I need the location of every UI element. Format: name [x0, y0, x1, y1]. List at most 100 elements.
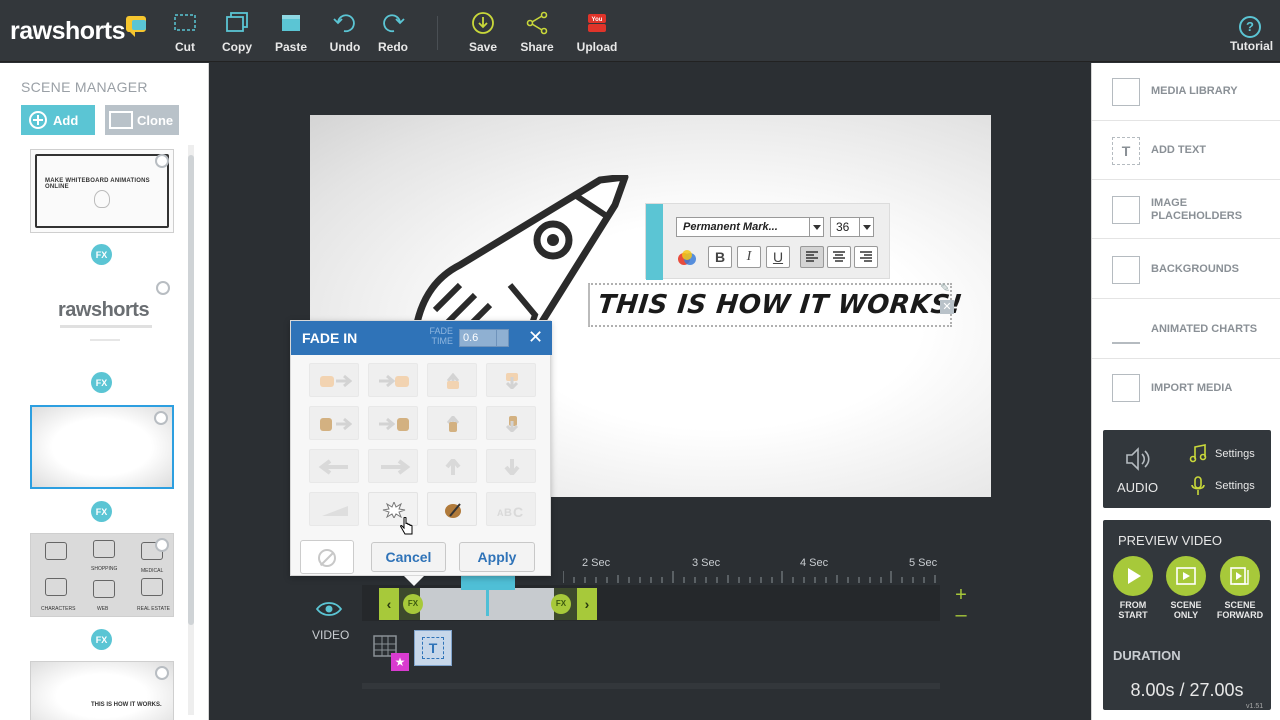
timeline-scrollbar[interactable]: [362, 683, 940, 689]
timeline-ruler: [563, 571, 936, 583]
effect-slide-down[interactable]: [486, 449, 536, 483]
color-picker-icon[interactable]: [676, 249, 698, 267]
import-media-item[interactable]: IMPORT MEDIA: [1092, 359, 1280, 417]
preview-scene-only-button[interactable]: [1166, 556, 1206, 596]
backgrounds-item[interactable]: BACKGROUNDS: [1092, 241, 1280, 299]
bold-button[interactable]: B: [708, 246, 732, 268]
gear-icon[interactable]: [155, 538, 169, 552]
no-effect-button[interactable]: [300, 540, 354, 574]
add-text-item[interactable]: T ADD TEXT: [1092, 122, 1280, 180]
fade-time-stepper[interactable]: 0.6: [459, 329, 509, 347]
effect-hand-slide-left[interactable]: [309, 363, 359, 397]
effect-draw[interactable]: [427, 492, 477, 526]
effect-slide-left[interactable]: [309, 449, 359, 483]
scene-thumbnail-5[interactable]: THIS IS HOW IT WORKS.: [30, 661, 174, 720]
preview-from-start-button[interactable]: [1113, 556, 1153, 596]
effect-hand-slide-right[interactable]: [368, 363, 418, 397]
stepper-arrows-icon[interactable]: [496, 330, 508, 346]
pencil-icon[interactable]: ✎: [940, 281, 954, 295]
url-placeholder: [90, 339, 120, 341]
gear-icon[interactable]: [155, 666, 169, 680]
paste-button[interactable]: Paste: [263, 10, 319, 56]
microphone-icon[interactable]: [1189, 476, 1207, 496]
underline-button[interactable]: U: [766, 246, 790, 268]
font-size-select[interactable]: 36: [830, 217, 874, 237]
scrollbar-thumb[interactable]: [188, 155, 194, 625]
save-button[interactable]: Save: [455, 10, 511, 56]
scene-thumbnail-3-selected[interactable]: [30, 405, 174, 489]
zoom-out-icon[interactable]: –: [953, 605, 969, 625]
zoom-in-icon[interactable]: +: [953, 585, 969, 605]
save-icon: [472, 12, 494, 34]
tutorial-help-icon[interactable]: ?: [1239, 16, 1261, 38]
preview-scene-forward-button[interactable]: [1220, 556, 1260, 596]
scene-fx-button[interactable]: FX: [91, 244, 112, 265]
canvas-text-box[interactable]: THIS IS HOW IT WORKS!: [588, 283, 964, 327]
toolbar-drag-handle[interactable]: [646, 204, 663, 280]
effect-hand-slide-down[interactable]: [486, 363, 536, 397]
effect-draw-slide-right[interactable]: [368, 406, 418, 440]
redo-button[interactable]: Redo: [365, 10, 421, 56]
backgrounds-icon: [1112, 255, 1140, 284]
effect-draw-slide-up[interactable]: [427, 406, 477, 440]
clip-fx-in-button[interactable]: FX: [403, 594, 423, 614]
clip-left-handle[interactable]: ‹: [379, 588, 399, 620]
play-frame-icon: [1176, 567, 1196, 585]
speaker-icon[interactable]: [1123, 444, 1153, 474]
image-placeholders-item[interactable]: IMAGE PLACEHOLDERS: [1092, 181, 1280, 239]
copy-button[interactable]: Copy: [209, 10, 265, 56]
svg-text:You: You: [592, 17, 603, 23]
add-scene-button[interactable]: Add: [21, 105, 95, 135]
clip-right-handle[interactable]: ›: [577, 588, 597, 620]
align-center-button[interactable]: [827, 246, 851, 268]
effect-slide-right[interactable]: [368, 449, 418, 483]
drawing-hand-right-icon: [379, 417, 409, 431]
scene-fx-button[interactable]: FX: [91, 501, 112, 522]
scene-thumbnail-1[interactable]: MAKE WHITEBOARD ANIMATIONS ONLINE: [30, 149, 174, 233]
align-left-button[interactable]: [800, 246, 824, 268]
text-layer-button[interactable]: T: [414, 630, 452, 666]
scene-1-text: MAKE WHITEBOARD ANIMATIONS ONLINE: [45, 178, 150, 190]
effect-draw-slide-down[interactable]: [486, 406, 536, 440]
gear-icon[interactable]: [155, 154, 169, 168]
scene-fx-button[interactable]: FX: [91, 629, 112, 650]
music-settings-link[interactable]: Settings: [1215, 448, 1255, 460]
effect-fade[interactable]: [309, 492, 359, 526]
upload-label: Upload: [576, 40, 618, 54]
scene-thumbnail-4[interactable]: CHARACTERS SHOPPING MEDICAL WEB REAL EST…: [30, 533, 174, 617]
music-note-icon[interactable]: [1189, 444, 1207, 464]
close-icon[interactable]: ✕: [528, 328, 543, 346]
scene-scrollbar[interactable]: [188, 145, 194, 715]
share-button[interactable]: Share: [509, 10, 565, 56]
fade-dialog-title: FADE IN: [302, 330, 358, 346]
fade-time-label: FADE TIME: [429, 326, 453, 346]
effect-typewriter[interactable]: ABC: [486, 492, 536, 526]
cut-button[interactable]: Cut: [157, 10, 213, 56]
cancel-button[interactable]: Cancel: [371, 542, 446, 572]
upload-button[interactable]: You Upload: [569, 10, 625, 56]
rawshorts-logo[interactable]: rawshorts: [10, 16, 146, 46]
clone-scene-button[interactable]: Clone: [105, 105, 179, 135]
gear-icon[interactable]: [156, 281, 170, 295]
align-right-button[interactable]: [854, 246, 878, 268]
scene-thumbnail-2[interactable]: rawshorts: [30, 277, 174, 361]
voice-settings-link[interactable]: Settings: [1215, 480, 1255, 492]
effect-slide-up[interactable]: [427, 449, 477, 483]
eye-icon[interactable]: [315, 601, 343, 617]
canvas-text-content[interactable]: THIS IS HOW IT WORKS!: [596, 290, 964, 320]
scene-manager-panel: SCENE MANAGER Add Clone MAKE WHITEBOARD …: [0, 63, 209, 720]
scene-fx-button[interactable]: FX: [91, 372, 112, 393]
apply-button[interactable]: Apply: [459, 542, 535, 572]
animated-charts-item[interactable]: ANIMATED CHARTS: [1092, 301, 1280, 359]
close-icon[interactable]: ✕: [940, 300, 954, 314]
play-icon: [1128, 568, 1141, 584]
font-family-select[interactable]: Permanent Mark...: [676, 217, 824, 237]
timeline-tick-label: 3 Sec: [692, 557, 721, 569]
tutorial-label[interactable]: Tutorial: [1230, 39, 1273, 53]
media-library-item[interactable]: MEDIA LIBRARY: [1092, 63, 1280, 121]
gear-icon[interactable]: [154, 411, 168, 425]
effect-draw-slide-left[interactable]: [309, 406, 359, 440]
effect-hand-slide-up[interactable]: [427, 363, 477, 397]
italic-button[interactable]: I: [737, 246, 761, 268]
clip-fx-out-button[interactable]: FX: [551, 594, 571, 614]
